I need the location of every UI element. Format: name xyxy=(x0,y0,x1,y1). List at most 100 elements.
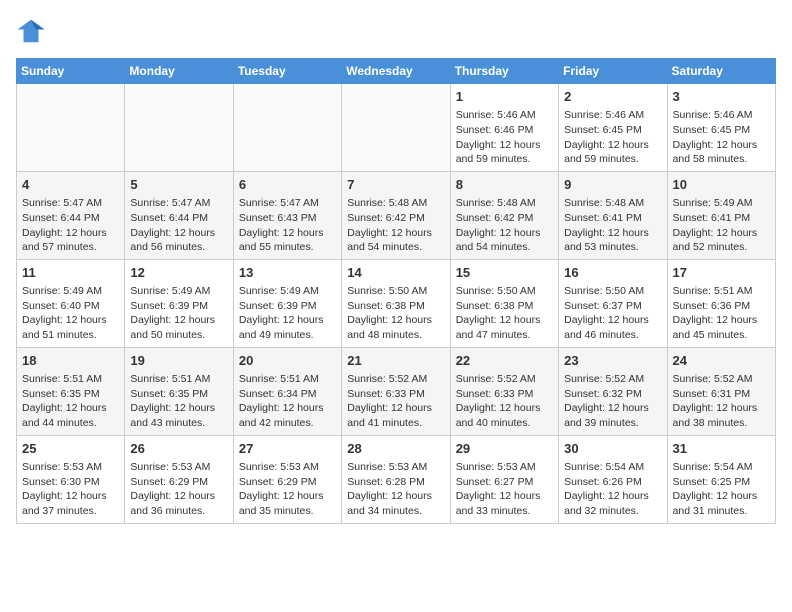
day-header-wednesday: Wednesday xyxy=(342,59,450,84)
day-number: 6 xyxy=(239,176,336,194)
day-info: Sunrise: 5:50 AMSunset: 6:38 PMDaylight:… xyxy=(456,284,553,343)
calendar-cell: 16 Sunrise: 5:50 AMSunset: 6:37 PMDayligh… xyxy=(559,259,667,347)
logo xyxy=(16,16,50,46)
calendar-cell: 9 Sunrise: 5:48 AMSunset: 6:41 PMDaylight… xyxy=(559,171,667,259)
day-info: Sunrise: 5:49 AMSunset: 6:39 PMDaylight:… xyxy=(239,284,336,343)
day-number: 9 xyxy=(564,176,661,194)
day-info: Sunrise: 5:48 AMSunset: 6:42 PMDaylight:… xyxy=(456,196,553,255)
day-info: Sunrise: 5:47 AMSunset: 6:44 PMDaylight:… xyxy=(22,196,119,255)
calendar-cell: 18 Sunrise: 5:51 AMSunset: 6:35 PMDayligh… xyxy=(17,347,125,435)
day-number: 7 xyxy=(347,176,444,194)
calendar-cell: 22 Sunrise: 5:52 AMSunset: 6:33 PMDayligh… xyxy=(450,347,558,435)
day-number: 25 xyxy=(22,440,119,458)
calendar-header-row: SundayMondayTuesdayWednesdayThursdayFrid… xyxy=(17,59,776,84)
day-number: 1 xyxy=(456,88,553,106)
day-number: 15 xyxy=(456,264,553,282)
day-number: 4 xyxy=(22,176,119,194)
calendar-cell: 23Sunrise: 5:52 AMSunset: 6:32 PMDayligh… xyxy=(559,347,667,435)
day-number: 24 xyxy=(673,352,770,370)
day-info: Sunrise: 5:53 AMSunset: 6:27 PMDaylight:… xyxy=(456,460,553,519)
day-number: 27 xyxy=(239,440,336,458)
day-number: 11 xyxy=(22,264,119,282)
day-number: 28 xyxy=(347,440,444,458)
day-number: 5 xyxy=(130,176,227,194)
day-info: Sunrise: 5:47 AMSunset: 6:43 PMDaylight:… xyxy=(239,196,336,255)
day-header-thursday: Thursday xyxy=(450,59,558,84)
day-info: Sunrise: 5:49 AMSunset: 6:40 PMDaylight:… xyxy=(22,284,119,343)
day-header-tuesday: Tuesday xyxy=(233,59,341,84)
calendar-week-row: 25Sunrise: 5:53 AMSunset: 6:30 PMDayligh… xyxy=(17,435,776,523)
day-info: Sunrise: 5:47 AMSunset: 6:44 PMDaylight:… xyxy=(130,196,227,255)
calendar-cell: 21 Sunrise: 5:52 AMSunset: 6:33 PMDayligh… xyxy=(342,347,450,435)
calendar-cell: 6 Sunrise: 5:47 AMSunset: 6:43 PMDaylight… xyxy=(233,171,341,259)
calendar-cell: 15 Sunrise: 5:50 AMSunset: 6:38 PMDayligh… xyxy=(450,259,558,347)
calendar-cell: 31 Sunrise: 5:54 AMSunset: 6:25 PMDayligh… xyxy=(667,435,775,523)
day-number: 13 xyxy=(239,264,336,282)
logo-icon xyxy=(16,16,46,46)
calendar-cell: 26 Sunrise: 5:53 AMSunset: 6:29 PMDayligh… xyxy=(125,435,233,523)
day-number: 12 xyxy=(130,264,227,282)
day-number: 10 xyxy=(673,176,770,194)
calendar-cell xyxy=(17,84,125,172)
day-number: 14 xyxy=(347,264,444,282)
day-info: Sunrise: 5:51 AMSunset: 6:34 PMDaylight:… xyxy=(239,372,336,431)
calendar-cell: 1 Sunrise: 5:46 AMSunset: 6:46 PMDaylight… xyxy=(450,84,558,172)
calendar-cell: 24 Sunrise: 5:52 AMSunset: 6:31 PMDayligh… xyxy=(667,347,775,435)
day-info: Sunrise: 5:52 AMSunset: 6:33 PMDaylight:… xyxy=(347,372,444,431)
day-info: Sunrise: 5:51 AMSunset: 6:35 PMDaylight:… xyxy=(22,372,119,431)
calendar-cell: 17Sunrise: 5:51 AMSunset: 6:36 PMDayligh… xyxy=(667,259,775,347)
calendar-cell: 30Sunrise: 5:54 AMSunset: 6:26 PMDayligh… xyxy=(559,435,667,523)
day-info: Sunrise: 5:52 AMSunset: 6:33 PMDaylight:… xyxy=(456,372,553,431)
day-info: Sunrise: 5:46 AMSunset: 6:45 PMDaylight:… xyxy=(673,108,770,167)
calendar-cell: 25Sunrise: 5:53 AMSunset: 6:30 PMDayligh… xyxy=(17,435,125,523)
day-info: Sunrise: 5:50 AMSunset: 6:38 PMDaylight:… xyxy=(347,284,444,343)
calendar-cell: 20 Sunrise: 5:51 AMSunset: 6:34 PMDayligh… xyxy=(233,347,341,435)
day-info: Sunrise: 5:48 AMSunset: 6:41 PMDaylight:… xyxy=(564,196,661,255)
calendar-cell: 5 Sunrise: 5:47 AMSunset: 6:44 PMDaylight… xyxy=(125,171,233,259)
day-info: Sunrise: 5:50 AMSunset: 6:37 PMDaylight:… xyxy=(564,284,661,343)
day-info: Sunrise: 5:49 AMSunset: 6:41 PMDaylight:… xyxy=(673,196,770,255)
day-number: 18 xyxy=(22,352,119,370)
day-header-monday: Monday xyxy=(125,59,233,84)
calendar-cell: 14 Sunrise: 5:50 AMSunset: 6:38 PMDayligh… xyxy=(342,259,450,347)
day-number: 17 xyxy=(673,264,770,282)
day-info: Sunrise: 5:53 AMSunset: 6:29 PMDaylight:… xyxy=(130,460,227,519)
day-number: 20 xyxy=(239,352,336,370)
day-info: Sunrise: 5:46 AMSunset: 6:46 PMDaylight:… xyxy=(456,108,553,167)
day-number: 3 xyxy=(673,88,770,106)
day-number: 2 xyxy=(564,88,661,106)
calendar-cell xyxy=(233,84,341,172)
calendar-week-row: 18 Sunrise: 5:51 AMSunset: 6:35 PMDayligh… xyxy=(17,347,776,435)
day-number: 19 xyxy=(130,352,227,370)
day-number: 29 xyxy=(456,440,553,458)
day-info: Sunrise: 5:46 AMSunset: 6:45 PMDaylight:… xyxy=(564,108,661,167)
calendar-cell: 2 Sunrise: 5:46 AMSunset: 6:45 PMDaylight… xyxy=(559,84,667,172)
calendar-cell: 29 Sunrise: 5:53 AMSunset: 6:27 PMDayligh… xyxy=(450,435,558,523)
day-info: Sunrise: 5:53 AMSunset: 6:29 PMDaylight:… xyxy=(239,460,336,519)
day-header-saturday: Saturday xyxy=(667,59,775,84)
calendar-week-row: 1 Sunrise: 5:46 AMSunset: 6:46 PMDaylight… xyxy=(17,84,776,172)
day-number: 16 xyxy=(564,264,661,282)
day-info: Sunrise: 5:52 AMSunset: 6:31 PMDaylight:… xyxy=(673,372,770,431)
day-header-sunday: Sunday xyxy=(17,59,125,84)
day-number: 22 xyxy=(456,352,553,370)
calendar-cell xyxy=(342,84,450,172)
calendar-cell: 11 Sunrise: 5:49 AMSunset: 6:40 PMDayligh… xyxy=(17,259,125,347)
page-header xyxy=(16,16,776,46)
calendar-cell: 28Sunrise: 5:53 AMSunset: 6:28 PMDayligh… xyxy=(342,435,450,523)
day-info: Sunrise: 5:51 AMSunset: 6:35 PMDaylight:… xyxy=(130,372,227,431)
calendar-cell: 19 Sunrise: 5:51 AMSunset: 6:35 PMDayligh… xyxy=(125,347,233,435)
calendar-week-row: 4 Sunrise: 5:47 AMSunset: 6:44 PMDaylight… xyxy=(17,171,776,259)
day-info: Sunrise: 5:49 AMSunset: 6:39 PMDaylight:… xyxy=(130,284,227,343)
day-number: 23 xyxy=(564,352,661,370)
calendar-cell: 4 Sunrise: 5:47 AMSunset: 6:44 PMDaylight… xyxy=(17,171,125,259)
day-number: 21 xyxy=(347,352,444,370)
day-info: Sunrise: 5:48 AMSunset: 6:42 PMDaylight:… xyxy=(347,196,444,255)
day-info: Sunrise: 5:54 AMSunset: 6:26 PMDaylight:… xyxy=(564,460,661,519)
calendar-cell: 7 Sunrise: 5:48 AMSunset: 6:42 PMDaylight… xyxy=(342,171,450,259)
calendar-cell: 12 Sunrise: 5:49 AMSunset: 6:39 PMDayligh… xyxy=(125,259,233,347)
calendar-table: SundayMondayTuesdayWednesdayThursdayFrid… xyxy=(16,58,776,524)
day-info: Sunrise: 5:54 AMSunset: 6:25 PMDaylight:… xyxy=(673,460,770,519)
day-number: 26 xyxy=(130,440,227,458)
day-number: 31 xyxy=(673,440,770,458)
